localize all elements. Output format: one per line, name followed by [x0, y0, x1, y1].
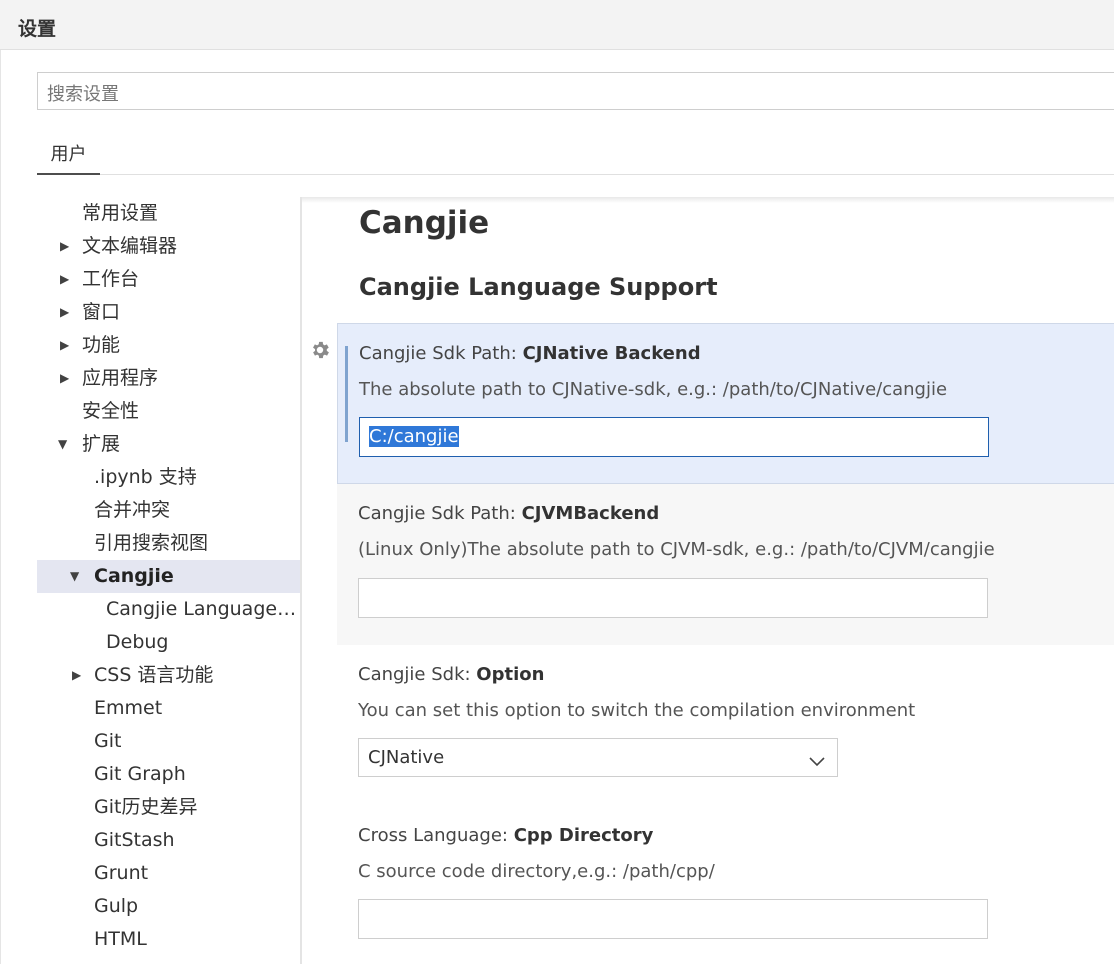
- tree-item-label: Gulp: [94, 895, 139, 917]
- section-subheading: Cangjie Language Support: [359, 273, 718, 301]
- chevron-right-icon: ▶: [60, 272, 70, 286]
- tree-item-label: 扩展: [82, 433, 121, 455]
- chevron-right-icon: ▶: [72, 668, 82, 682]
- search-settings-input[interactable]: 搜索设置: [37, 72, 1114, 110]
- tree-item-gulp[interactable]: Gulp: [0, 890, 300, 923]
- settings-content: Cangjie Cangjie Language Support Cangjie…: [302, 197, 1114, 964]
- tree-item-security[interactable]: 安全性: [0, 395, 300, 428]
- tree-item-label: Git Graph: [94, 763, 186, 785]
- tree-item-window[interactable]: ▶ 窗口: [0, 296, 300, 329]
- scroll-shadow: [302, 197, 1114, 203]
- tree-item-grunt[interactable]: Grunt: [0, 857, 300, 890]
- chevron-right-icon: ▶: [60, 371, 70, 385]
- setting-description: C source code directory,e.g.: /path/cpp/: [358, 861, 715, 882]
- tree-item-ipynb[interactable]: .ipynb 支持: [0, 461, 300, 494]
- title-bar: 设置: [0, 0, 1114, 50]
- tree-item-git-graph[interactable]: Git Graph: [0, 758, 300, 791]
- tree-item-html[interactable]: HTML: [0, 923, 300, 956]
- tree-item-label: 文本编辑器: [82, 235, 178, 257]
- window-title: 设置: [18, 18, 57, 40]
- cpp-directory-input[interactable]: [358, 899, 988, 939]
- setting-description: (Linux Only)The absolute path to CJVM-sd…: [358, 539, 995, 560]
- tree-item-label: 窗口: [82, 301, 121, 323]
- chevron-right-icon: ▶: [60, 338, 70, 352]
- tree-item-label: 安全性: [82, 400, 140, 422]
- tree-item-cangjie[interactable]: ▼ Cangjie: [37, 560, 300, 593]
- select-value: CJNative: [368, 747, 445, 768]
- tree-item-merge-conflict[interactable]: 合并冲突: [0, 494, 300, 527]
- input-value: C:/cangjie: [369, 426, 459, 447]
- tree-item-label: Cangjie Language Support: [106, 598, 300, 620]
- tree-item-css[interactable]: ▶ CSS 语言功能: [0, 659, 300, 692]
- tree-item-debug[interactable]: Debug: [0, 626, 300, 659]
- setting-description: You can set this option to switch the co…: [358, 700, 916, 721]
- setting-sdk-option: Cangjie Sdk: Option You can set this opt…: [337, 645, 1114, 806]
- chevron-down-icon: [809, 751, 825, 772]
- setting-title: Cangjie Sdk: Option: [358, 664, 544, 685]
- gear-icon[interactable]: [309, 339, 331, 365]
- section-heading: Cangjie: [359, 205, 490, 241]
- setting-cpp-directory: Cross Language: Cpp Directory C source c…: [337, 806, 1114, 964]
- tree-item-label: Cangjie: [94, 565, 174, 587]
- chevron-down-icon: ▼: [58, 437, 68, 451]
- setting-cjnative-backend: Cangjie Sdk Path: CJNative Backend The a…: [337, 323, 1114, 484]
- tree-item-label: GitStash: [94, 829, 175, 851]
- chevron-down-icon: ▼: [70, 569, 80, 583]
- tree-item-label: 功能: [82, 334, 121, 356]
- tree-item-label: 工作台: [82, 268, 140, 290]
- tree-item-label: HTML: [94, 928, 147, 950]
- scope-tabs: 用户: [37, 135, 1114, 175]
- tree-item-label: Debug: [106, 631, 169, 653]
- tree-item-text-editor[interactable]: ▶ 文本编辑器: [0, 230, 300, 263]
- chevron-right-icon: ▶: [60, 305, 70, 319]
- tree-item-cangjie-language-support[interactable]: Cangjie Language Support: [0, 593, 300, 626]
- setting-name: Cpp Directory: [513, 825, 654, 846]
- tree-item-common[interactable]: 常用设置: [0, 197, 300, 230]
- tree-item-label: Git历史差异: [94, 796, 198, 818]
- tree-item-git-history-diff[interactable]: Git历史差异: [0, 791, 300, 824]
- tree-item-label: Git: [94, 730, 122, 752]
- tree-item-label: Emmet: [94, 697, 163, 719]
- chevron-right-icon: ▶: [60, 239, 70, 253]
- setting-title: Cangjie Sdk Path: CJVMBackend: [358, 503, 659, 524]
- tree-item-label: Grunt: [94, 862, 149, 884]
- tree-item-extensions[interactable]: ▼ 扩展: [0, 428, 300, 461]
- tree-item-features[interactable]: ▶ 功能: [0, 329, 300, 362]
- setting-title: Cangjie Sdk Path: CJNative Backend: [359, 343, 701, 364]
- tree-item-emmet[interactable]: Emmet: [0, 692, 300, 725]
- tree-item-label: CSS 语言功能: [94, 664, 214, 686]
- setting-description: The absolute path to CJNative-sdk, e.g.:…: [359, 379, 948, 400]
- focus-indicator: [345, 346, 348, 442]
- setting-category: Cangjie Sdk Path:: [358, 503, 522, 524]
- setting-name: CJNative Backend: [522, 343, 701, 364]
- setting-category: Cross Language:: [358, 825, 514, 846]
- setting-name: CJVMBackend: [521, 503, 660, 524]
- setting-cjvm-backend: Cangjie Sdk Path: CJVMBackend (Linux Onl…: [337, 484, 1114, 645]
- tree-item-label: 引用搜索视图: [94, 532, 209, 554]
- cjnative-path-input[interactable]: C:/cangjie: [359, 417, 989, 457]
- tree-item-git[interactable]: Git: [0, 725, 300, 758]
- cjvm-path-input[interactable]: [358, 578, 988, 618]
- tree-item-label: 常用设置: [82, 202, 159, 224]
- setting-title: Cross Language: Cpp Directory: [358, 825, 653, 846]
- tree-item-reference-search[interactable]: 引用搜索视图: [0, 527, 300, 560]
- setting-category: Cangjie Sdk:: [358, 664, 477, 685]
- sdk-option-select[interactable]: CJNative: [358, 738, 838, 777]
- tab-user[interactable]: 用户: [37, 135, 100, 175]
- tree-item-workbench[interactable]: ▶ 工作台: [0, 263, 300, 296]
- tree-item-label: .ipynb 支持: [94, 466, 197, 488]
- tree-item-gitstash[interactable]: GitStash: [0, 824, 300, 857]
- setting-name: Option: [476, 664, 545, 685]
- tree-item-label: 合并冲突: [94, 499, 171, 521]
- setting-category: Cangjie Sdk Path:: [359, 343, 523, 364]
- tree-item-label: 应用程序: [82, 367, 159, 389]
- tree-item-application[interactable]: ▶ 应用程序: [0, 362, 300, 395]
- settings-tree: 常用设置 ▶ 文本编辑器 ▶ 工作台 ▶ 窗口 ▶ 功能 ▶ 应用程序 安全性 …: [0, 197, 300, 964]
